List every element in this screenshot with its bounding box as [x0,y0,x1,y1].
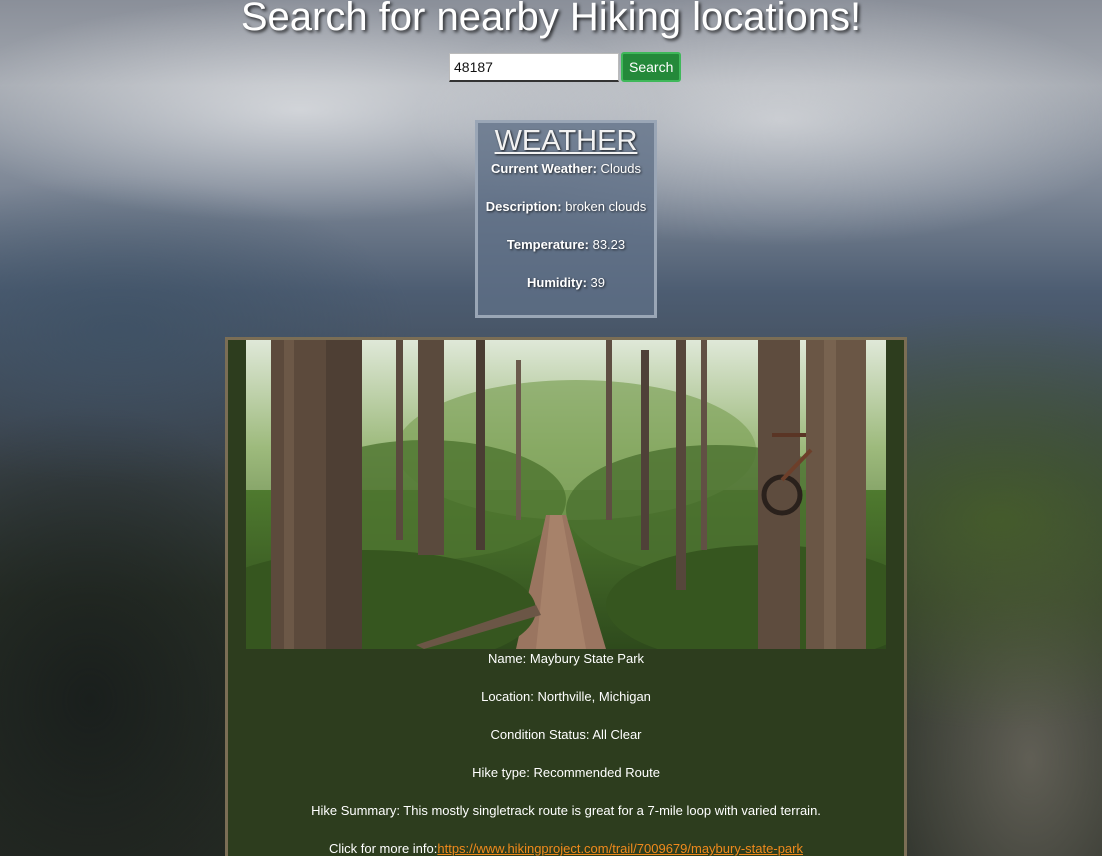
weather-current-row: Current Weather: Clouds [478,161,654,177]
weather-temperature-label: Temperature: [506,237,589,252]
hike-type: Hike type: Recommended Route [472,765,660,780]
weather-humidity-row: Humidity: 39 [478,275,654,291]
search-input[interactable] [449,52,619,82]
weather-humidity-label: Humidity: [526,275,587,290]
hike-summary: Hike Summary: This mostly singletrack ro… [311,803,821,818]
hike-condition: Condition Status: All Clear [490,727,642,742]
weather-current-value: Clouds [596,161,642,176]
weather-temperature-value: 83.23 [588,237,626,252]
weather-title: WEATHER [494,125,638,157]
trail-photo [246,340,886,649]
search-bar: Search [449,52,682,82]
weather-description-label: Description: [485,199,562,214]
hike-location: Location: Northville, Michigan [481,689,651,704]
more-info-link[interactable]: https://www.hikingproject.com/trail/7009… [437,841,803,856]
page-title: Search for nearby Hiking locations! [240,0,862,39]
hike-info: Name: Maybury State Park Location: North… [228,651,904,856]
more-info-label: Click for more info: [329,841,438,856]
weather-current-label: Current Weather: [490,161,597,176]
weather-temperature-row: Temperature: 83.23 [478,237,654,253]
weather-description-row: Description: broken clouds [478,199,654,215]
hike-card: Name: Maybury State Park Location: North… [225,337,907,856]
weather-description-value: broken clouds [561,199,647,214]
search-button[interactable]: Search [621,52,682,82]
weather-humidity-value: 39 [586,275,606,290]
hike-more-info: Click for more info:https://www.hikingpr… [228,841,904,856]
weather-panel: WEATHER Current Weather: Clouds Descript… [475,120,657,318]
hike-name: Name: Maybury State Park [487,651,645,666]
trail-photo-illustration [246,340,886,649]
